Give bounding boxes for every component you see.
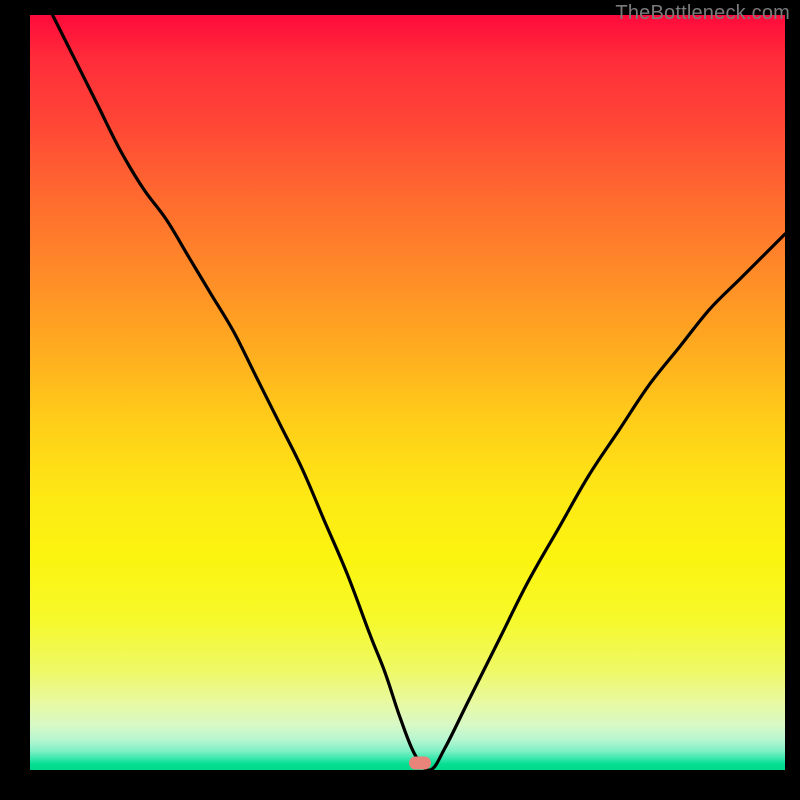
chart-stage: TheBottleneck.com (0, 0, 800, 800)
bottleneck-curve (30, 15, 785, 770)
optimal-point-marker (409, 757, 431, 770)
plot-area (30, 15, 785, 770)
watermark-text: TheBottleneck.com (615, 2, 790, 25)
